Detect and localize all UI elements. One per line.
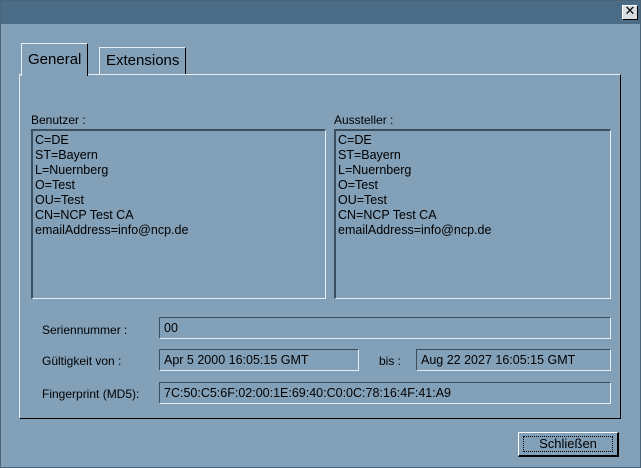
list-item: emailAddress=info@ncp.de <box>35 223 189 237</box>
validity-from-field[interactable]: Apr 5 2000 16:05:15 GMT <box>159 349 359 371</box>
subject-label: Benutzer : <box>31 113 86 127</box>
serial-field[interactable]: 00 <box>159 317 611 339</box>
list-item: C=DE <box>338 133 372 147</box>
fingerprint-field[interactable]: 7C:50:C5:6F:02:00:1E:69:40:C0:0C:78:16:4… <box>159 382 611 404</box>
list-item: ST=Bayern <box>338 148 401 162</box>
issuer-label: Aussteller : <box>334 113 394 127</box>
list-item: ST=Bayern <box>35 148 98 162</box>
list-item: OU=Test <box>338 193 387 207</box>
list-item: L=Nuernberg <box>35 163 109 177</box>
list-item: O=Test <box>338 178 378 192</box>
close-button-label: Schließen <box>539 436 597 451</box>
issuer-listbox[interactable]: C=DE ST=Bayern L=Nuernberg O=Test OU=Tes… <box>334 129 611 299</box>
fingerprint-label: Fingerprint (MD5): <box>42 387 140 401</box>
list-item: C=DE <box>35 133 69 147</box>
list-item: L=Nuernberg <box>338 163 412 177</box>
validity-to-label: bis : <box>379 354 402 368</box>
close-button[interactable]: Schließen <box>518 432 619 457</box>
subject-listbox[interactable]: C=DE ST=Bayern L=Nuernberg O=Test OU=Tes… <box>31 129 326 299</box>
list-item: O=Test <box>35 178 75 192</box>
list-item: CN=NCP Test CA <box>338 208 437 222</box>
validity-from-label: Gültigkeit von : <box>42 354 122 368</box>
title-bar: ✕ <box>1 1 640 24</box>
serial-label: Seriennummer : <box>42 323 128 337</box>
list-item: emailAddress=info@ncp.de <box>338 223 492 237</box>
certificate-dialog: ✕ General Extensions Benutzer : C=DE ST=… <box>0 0 641 468</box>
list-item: CN=NCP Test CA <box>35 208 134 222</box>
validity-to-field[interactable]: Aug 22 2027 16:05:15 GMT <box>416 349 611 371</box>
close-icon[interactable]: ✕ <box>622 5 638 20</box>
tab-general[interactable]: General <box>21 43 89 76</box>
list-item: OU=Test <box>35 193 84 207</box>
tab-extensions[interactable]: Extensions <box>99 47 187 74</box>
